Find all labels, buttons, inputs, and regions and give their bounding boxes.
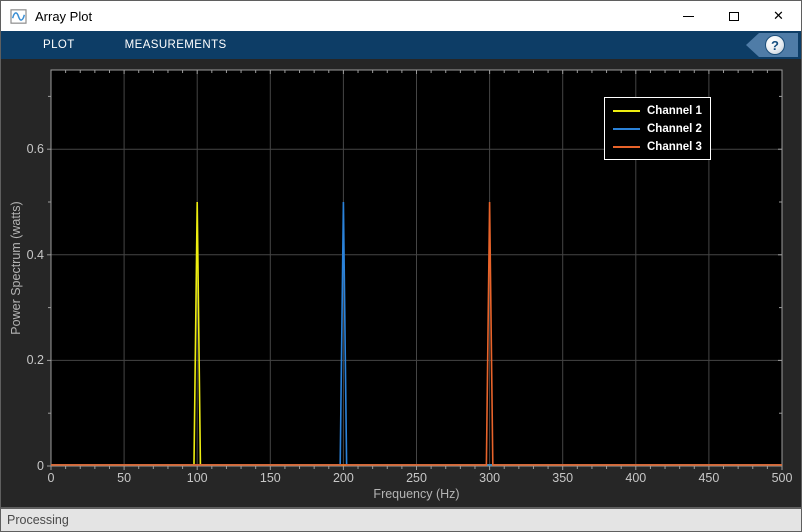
legend-label: Channel 3 <box>647 140 702 153</box>
minimize-icon <box>683 15 694 17</box>
array-plot-window: Array Plot ✕ PLOT MEASUREMENTS ? 0 50 100 1… <box>0 0 802 532</box>
legend-label: Channel 1 <box>647 104 702 117</box>
legend[interactable]: Channel 1 Channel 2 Channel 3 <box>604 97 711 160</box>
y-tick-label: 0 <box>37 459 44 473</box>
x-tick-label: 500 <box>771 471 793 485</box>
close-icon: ✕ <box>773 8 784 24</box>
y-tick-label: 0.2 <box>26 353 44 368</box>
x-tick-label: 250 <box>406 471 427 485</box>
x-tick-label: 50 <box>117 471 132 485</box>
legend-swatch <box>613 127 640 130</box>
toolbar: PLOT MEASUREMENTS ? <box>1 31 801 59</box>
legend-label: Channel 2 <box>647 122 702 135</box>
figure-area: 0 50 100 150 200 250 300 350 400 450 500 0 0.2 0.4 0.6… <box>1 59 801 507</box>
y-axis-label: Power Spectrum (watts) <box>9 201 23 335</box>
x-axis-label: Frequency (Hz) <box>373 487 460 501</box>
tab-measurements[interactable]: MEASUREMENTS <box>125 39 227 51</box>
status-bar: Processing <box>1 507 801 531</box>
x-tick-label: 150 <box>259 471 281 485</box>
maximize-icon <box>728 11 739 21</box>
title-bar: Array Plot ✕ <box>1 1 801 31</box>
window-title: Array Plot <box>35 8 93 24</box>
x-tick-label: 350 <box>552 471 574 485</box>
y-tick-label: 0.6 <box>26 142 44 157</box>
tab-plot[interactable]: PLOT <box>43 39 75 51</box>
x-tick-label: 0 <box>47 471 55 485</box>
help-button[interactable]: ? <box>765 35 785 55</box>
x-tick-label: 450 <box>698 471 720 485</box>
x-tick-label: 100 <box>186 471 208 485</box>
x-tick-label: 200 <box>332 471 354 485</box>
legend-row: Channel 1 <box>613 103 702 118</box>
legend-swatch <box>613 109 640 112</box>
minimize-button[interactable] <box>666 1 711 31</box>
window-controls: ✕ <box>666 1 801 31</box>
maximize-button[interactable] <box>711 1 756 31</box>
ribbon-collapse-arrow[interactable]: ? <box>746 33 798 57</box>
legend-swatch <box>613 145 640 148</box>
legend-row: Channel 3 <box>613 139 702 154</box>
app-icon <box>10 8 27 24</box>
legend-row: Channel 2 <box>613 121 702 136</box>
x-tick-label: 300 <box>479 471 501 485</box>
x-tick-label: 400 <box>625 471 647 485</box>
status-text: Processing <box>7 513 69 527</box>
close-button[interactable]: ✕ <box>756 1 801 31</box>
